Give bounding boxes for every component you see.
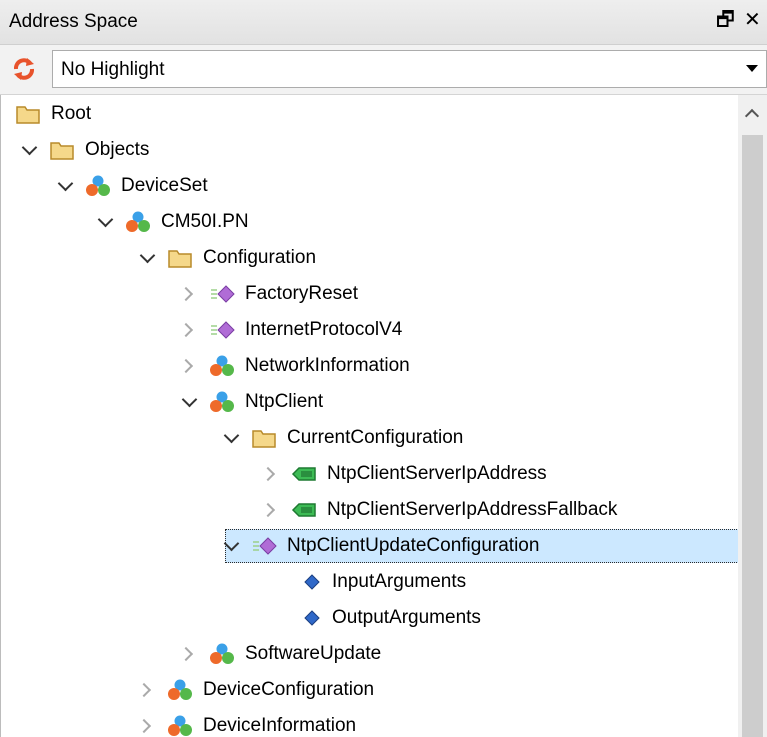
address-space-panel: Address Space 🗗 ✕ No Highlight Root Obje…: [0, 0, 767, 737]
highlight-select[interactable]: No Highlight: [52, 50, 767, 88]
expander-icon[interactable]: [183, 648, 195, 660]
tree-node-label: FactoryReset: [245, 283, 358, 304]
expander-icon[interactable]: [265, 504, 277, 516]
tree-node-label: Objects: [85, 139, 150, 160]
variable-icon: [291, 498, 317, 522]
tree-node-currentconfiguration[interactable]: CurrentConfiguration: [225, 421, 463, 455]
tree-node-label: NtpClient: [245, 391, 324, 412]
expander-icon[interactable]: [225, 432, 237, 444]
folder-icon: [251, 426, 277, 450]
tree-node-label: DeviceSet: [121, 175, 208, 196]
expander-icon[interactable]: [141, 684, 153, 696]
object-icon: [85, 174, 111, 198]
expander-icon[interactable]: [141, 720, 153, 732]
tree-node-configuration[interactable]: Configuration: [141, 241, 316, 275]
object-icon: [167, 678, 193, 702]
tree-node-inputarguments[interactable]: InputArguments: [302, 565, 466, 599]
expander-icon[interactable]: [183, 288, 195, 300]
method-icon: [209, 318, 235, 342]
expander-icon[interactable]: [225, 540, 237, 552]
tree-node-networkinformation[interactable]: NetworkInformation: [183, 349, 410, 383]
property-icon: [302, 570, 322, 594]
expander-icon[interactable]: [183, 360, 195, 372]
vertical-scrollbar[interactable]: [738, 95, 767, 737]
tree-node-ntpclient[interactable]: NtpClient: [183, 385, 323, 419]
tree-node-label: SoftwareUpdate: [245, 643, 382, 664]
folder-icon: [167, 246, 193, 270]
variable-icon: [291, 462, 317, 486]
method-icon: [251, 534, 277, 558]
object-icon: [167, 714, 193, 737]
tree-node-label: Configuration: [203, 247, 317, 268]
expander-icon[interactable]: [99, 216, 111, 228]
tree-node-label: CM50I.PN: [161, 211, 249, 232]
tree-node-label: NtpClientServerIpAddressFallback: [327, 499, 618, 520]
tree-node-root[interactable]: Root: [15, 97, 91, 131]
object-icon: [209, 642, 235, 666]
panel-title-bar: Address Space 🗗 ✕: [0, 0, 767, 45]
tree-node-ntpclientserveripaddress[interactable]: NtpClientServerIpAddress: [265, 457, 547, 491]
tree-node-ntpclientserveripaddressfallback[interactable]: NtpClientServerIpAddressFallback: [265, 493, 617, 527]
tree-node-deviceinformation[interactable]: DeviceInformation: [141, 709, 356, 737]
tree-node-label: InternetProtocolV4: [245, 319, 403, 340]
tree-node-label: NtpClientUpdateConfiguration: [287, 535, 540, 556]
tree-node-label: DeviceInformation: [203, 715, 357, 736]
tree-node-label: DeviceConfiguration: [203, 679, 375, 700]
scroll-up-icon[interactable]: [744, 108, 760, 124]
tree-node-deviceconfiguration[interactable]: DeviceConfiguration: [141, 673, 374, 707]
chevron-down-icon[interactable]: [746, 65, 758, 72]
tree-node-objects[interactable]: Objects: [23, 133, 149, 167]
scrollbar-thumb[interactable]: [742, 135, 763, 737]
float-window-icon[interactable]: 🗗: [716, 9, 735, 31]
tree-node-label: NetworkInformation: [245, 355, 410, 376]
tree-node-label: InputArguments: [332, 571, 467, 592]
refresh-icon[interactable]: [10, 55, 38, 83]
object-icon: [209, 390, 235, 414]
expander-icon[interactable]: [141, 252, 153, 264]
close-icon[interactable]: ✕: [744, 9, 761, 31]
tree-node-softwareupdate[interactable]: SoftwareUpdate: [183, 637, 381, 671]
object-icon: [209, 354, 235, 378]
expander-icon[interactable]: [23, 144, 35, 156]
tree-node-deviceset[interactable]: DeviceSet: [59, 169, 208, 203]
panel-title: Address Space: [9, 11, 138, 32]
expander-icon[interactable]: [183, 324, 195, 336]
tree-node-label: CurrentConfiguration: [287, 427, 464, 448]
tree-node-factoryreset[interactable]: FactoryReset: [183, 277, 358, 311]
tree-node-internetprotocolv4[interactable]: InternetProtocolV4: [183, 313, 402, 347]
address-space-tree: Root Objects DeviceSet CM50I.PN Configur…: [0, 95, 739, 737]
tree-node-ntpclientupdateconfiguration[interactable]: NtpClientUpdateConfiguration: [225, 529, 739, 563]
tree-node-label: NtpClientServerIpAddress: [327, 463, 547, 484]
highlight-toolbar: No Highlight: [0, 45, 767, 95]
property-icon: [302, 606, 322, 630]
object-icon: [125, 210, 151, 234]
folder-icon: [49, 138, 75, 162]
tree-node-cm50i-pn[interactable]: CM50I.PN: [99, 205, 249, 239]
folder-icon: [15, 102, 41, 126]
method-icon: [209, 282, 235, 306]
expander-icon[interactable]: [59, 180, 71, 192]
highlight-select-value: No Highlight: [61, 59, 165, 80]
tree-node-label: Root: [51, 103, 92, 124]
tree-node-label: OutputArguments: [332, 607, 481, 628]
tree-node-outputarguments[interactable]: OutputArguments: [302, 601, 481, 635]
expander-icon[interactable]: [265, 468, 277, 480]
expander-icon[interactable]: [183, 396, 195, 408]
